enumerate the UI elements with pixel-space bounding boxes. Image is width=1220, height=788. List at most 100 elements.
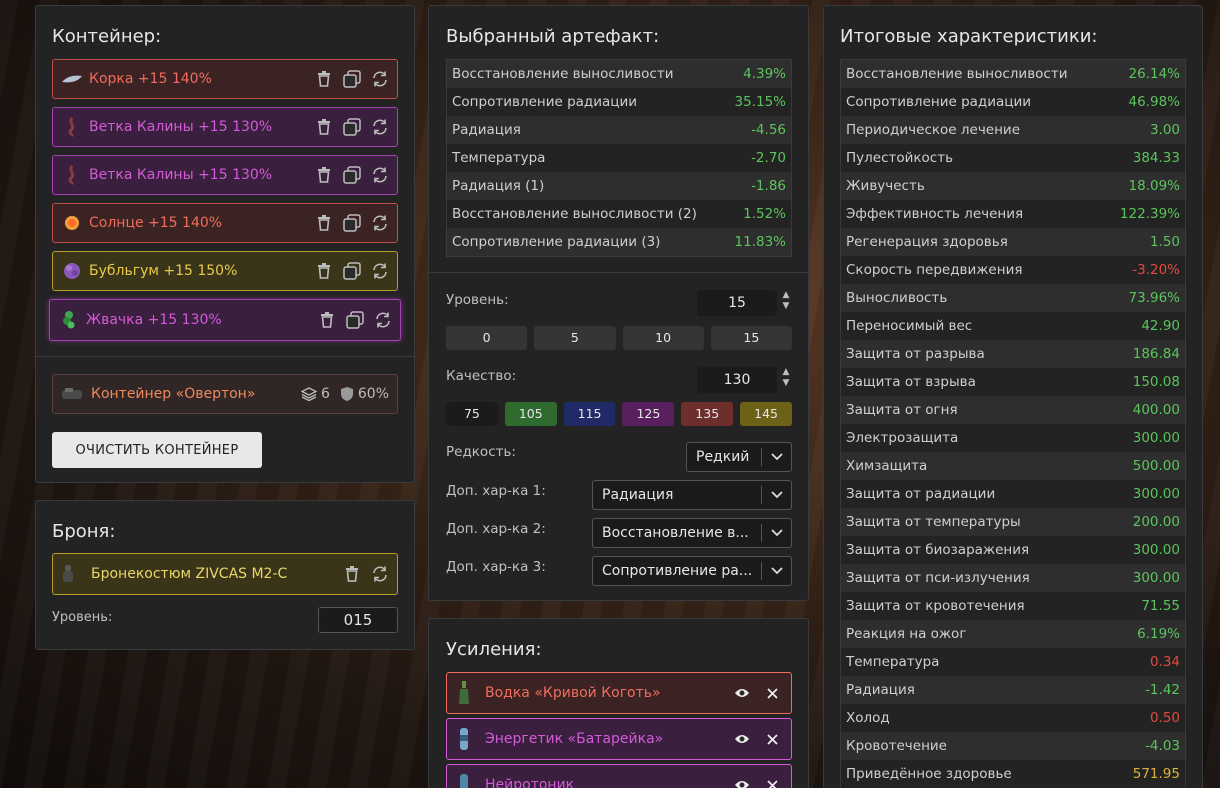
stat-row: Температура -2.70 [447, 144, 791, 172]
artifact-row[interactable]: Жвачка +15 130% [49, 299, 401, 341]
delete-icon[interactable] [315, 166, 333, 184]
eye-icon[interactable] [733, 684, 751, 702]
level-preset-button[interactable]: 0 [446, 326, 528, 350]
quality-preset-button[interactable]: 125 [622, 402, 675, 426]
clear-container-button[interactable]: ОЧИСТИТЬ КОНТЕЙНЕР [52, 432, 262, 468]
close-icon[interactable] [763, 684, 781, 702]
stat-name: Защита от температуры [846, 514, 1021, 530]
level-presets: 0 5 10 15 [446, 326, 792, 350]
stat-row: Защита от разрыва 186.84 [841, 340, 1185, 368]
artifact-row[interactable]: Корка +15 140% [52, 59, 398, 99]
refresh-icon[interactable] [371, 70, 389, 88]
container-item[interactable]: Контейнер «Овертон» 6 60% [52, 374, 398, 414]
bottle-icon [457, 681, 477, 705]
armor-item[interactable]: Бронекостюм ZIVCAS M2-C [52, 553, 398, 595]
delete-icon[interactable] [318, 311, 336, 329]
shield-icon [340, 387, 353, 401]
chevron-up-icon[interactable]: ▲ [779, 290, 793, 301]
level-preset-button[interactable]: 15 [710, 326, 792, 350]
delete-icon[interactable] [315, 262, 333, 280]
level-preset-button[interactable]: 10 [622, 326, 704, 350]
refresh-icon[interactable] [374, 311, 392, 329]
refresh-icon[interactable] [371, 118, 389, 136]
stat-value: 571.95 [1132, 766, 1180, 782]
boost-row[interactable]: Нейротоник [446, 764, 792, 788]
stat-name: Сопротивление радиации (3) [452, 234, 661, 250]
quality-preset-button[interactable]: 135 [681, 402, 734, 426]
boost-row[interactable]: Водка «Кривой Коготь» [446, 672, 792, 714]
extra2-select[interactable]: Восстановление в... [592, 518, 792, 548]
copy-icon[interactable] [346, 311, 364, 329]
quality-input[interactable]: 130 [697, 367, 777, 393]
chevron-up-icon[interactable]: ▲ [779, 367, 793, 378]
refresh-icon[interactable] [371, 565, 389, 583]
quality-preset-button[interactable]: 115 [563, 402, 616, 426]
armor-title: Броня: [52, 521, 116, 542]
eye-icon[interactable] [733, 776, 751, 788]
close-icon[interactable] [763, 776, 781, 788]
extra1-select[interactable]: Радиация [592, 480, 792, 510]
copy-icon[interactable] [343, 214, 361, 232]
copy-icon[interactable] [343, 262, 361, 280]
container-protection: 60% [340, 386, 389, 402]
stat-value: 186.84 [1132, 346, 1180, 362]
container-title: Контейнер: [52, 26, 162, 47]
boosts-title: Усиления: [446, 639, 542, 660]
stat-name: Кровотечение [846, 738, 947, 754]
extra3-value: Сопротивление ра... [602, 563, 753, 579]
crust-icon [61, 68, 83, 90]
close-icon[interactable] [763, 730, 781, 748]
stat-row: Реакция на ожог 6.19% [841, 620, 1185, 648]
copy-icon[interactable] [343, 70, 361, 88]
copy-icon[interactable] [343, 118, 361, 136]
delete-icon[interactable] [315, 214, 333, 232]
delete-icon[interactable] [315, 118, 333, 136]
artifact-row[interactable]: Ветка Калины +15 130% [52, 107, 398, 147]
artifact-row[interactable]: Солнце +15 140% [52, 203, 398, 243]
copy-icon[interactable] [343, 166, 361, 184]
level-preset-button[interactable]: 5 [534, 326, 616, 350]
quality-spinner[interactable]: ▲ ▼ [779, 367, 793, 389]
stat-row: Защита от взрыва 150.08 [841, 368, 1185, 396]
artifact-row[interactable]: Бубльгум +15 150% [52, 251, 398, 291]
stat-name: Радиация [846, 682, 915, 698]
refresh-icon[interactable] [371, 262, 389, 280]
artifact-row[interactable]: Ветка Калины +15 130% [52, 155, 398, 195]
gum-icon [58, 309, 80, 331]
stat-row: Радиация (1) -1.86 [447, 172, 791, 200]
stat-value: 384.33 [1132, 150, 1180, 166]
stat-row: Эффективность лечения 122.39% [841, 200, 1185, 228]
level-input[interactable]: 15 [697, 290, 777, 316]
armor-panel: Броня: Бронекостюм ZIVCAS M2-C Уровень: … [35, 500, 415, 650]
stat-value: 6.19% [1137, 626, 1180, 642]
stat-row: Приведённое здоровье 571.95 [841, 760, 1185, 788]
extra3-select[interactable]: Сопротивление ра... [592, 556, 792, 586]
delete-icon[interactable] [315, 70, 333, 88]
stat-row: Радиация -1.42 [841, 676, 1185, 704]
stat-value: -2.70 [751, 150, 786, 166]
rarity-value: Редкий [696, 449, 750, 465]
armor-level-input[interactable]: 015 [318, 607, 398, 633]
quality-preset-button[interactable]: 105 [504, 402, 557, 426]
boosts-panel: Усиления: Водка «Кривой Коготь» Энергетик… [428, 618, 809, 788]
divider [429, 272, 808, 273]
artifact-stats-table: Восстановление выносливости 4.39% Сопротив… [446, 59, 792, 257]
totals-title: Итоговые характеристики: [840, 26, 1098, 47]
level-spinner[interactable]: ▲ ▼ [779, 290, 793, 312]
quality-preset-button[interactable]: 145 [740, 402, 792, 426]
stat-name: Радиация (1) [452, 178, 545, 194]
sun-icon [61, 212, 83, 234]
refresh-icon[interactable] [371, 214, 389, 232]
boost-row[interactable]: Энергетик «Батарейка» [446, 718, 792, 760]
stat-row: Защита от радиации 300.00 [841, 480, 1185, 508]
delete-icon[interactable] [343, 565, 361, 583]
bubblegum-icon [61, 260, 83, 282]
divider [36, 356, 414, 357]
eye-icon[interactable] [733, 730, 751, 748]
chevron-down-icon[interactable]: ▼ [779, 301, 793, 312]
stat-name: Пулестойкость [846, 150, 954, 166]
rarity-select[interactable]: Редкий [686, 442, 792, 472]
chevron-down-icon[interactable]: ▼ [779, 378, 793, 389]
quality-preset-button[interactable]: 75 [446, 402, 498, 426]
refresh-icon[interactable] [371, 166, 389, 184]
